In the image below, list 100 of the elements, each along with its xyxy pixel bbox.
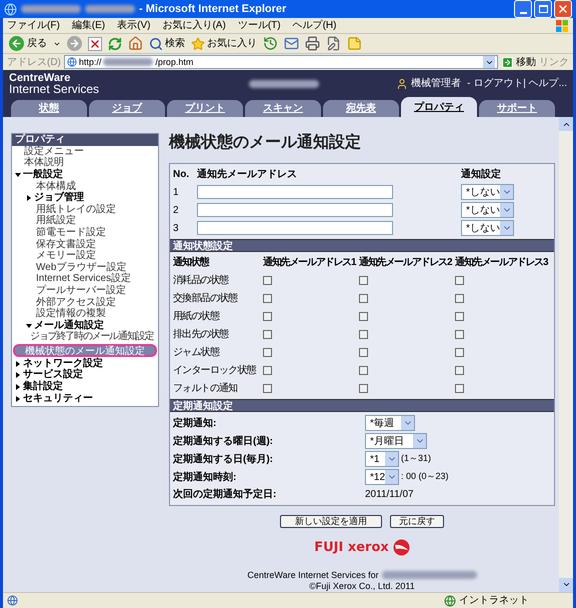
nav-tab[interactable]: サポート xyxy=(479,100,555,117)
sidebar-item[interactable]: 機械状態のメール通知設定 xyxy=(13,344,157,358)
apply-button[interactable]: 新しい設定を適用 xyxy=(280,515,382,528)
sidebar-item[interactable]: 保存文書設定 xyxy=(36,240,96,250)
checkbox[interactable] xyxy=(455,348,464,357)
dropdown[interactable]: *しない xyxy=(461,184,514,200)
sidebar-item[interactable]: サービス設定 xyxy=(23,370,83,380)
menu-item[interactable]: 表示(V) xyxy=(117,20,150,30)
caret-down-icon[interactable] xyxy=(26,322,34,329)
dropdown[interactable]: *1 xyxy=(365,451,399,467)
menu-item[interactable]: ファイル(F) xyxy=(7,20,60,30)
checkbox[interactable] xyxy=(455,294,464,303)
email-field[interactable] xyxy=(197,185,393,199)
checkbox[interactable] xyxy=(263,366,272,375)
nav-tab[interactable]: プロパティ xyxy=(401,97,477,117)
caret-down-icon[interactable] xyxy=(15,172,23,178)
stop-icon[interactable] xyxy=(88,36,102,50)
sidebar-item[interactable]: 外部アクセス設定 xyxy=(36,298,116,308)
close-icon[interactable] xyxy=(557,3,569,15)
section-header: 定期通知設定 xyxy=(170,399,554,412)
checkbox[interactable] xyxy=(263,384,272,393)
menu-item[interactable]: お気に入り(A) xyxy=(162,20,226,30)
checkbox[interactable] xyxy=(359,384,368,393)
sidebar-item[interactable]: 集計設定 xyxy=(23,382,63,392)
sidebar-item[interactable]: 節電モード設定 xyxy=(36,228,106,238)
section-header: 通知状態設定 xyxy=(170,239,554,252)
sidebar-item[interactable]: Internet Services設定 xyxy=(36,274,132,284)
hint-text: (1～31) xyxy=(401,452,432,466)
edit-icon[interactable] xyxy=(326,36,341,51)
address-field[interactable]: http:// /prop.htm xyxy=(64,55,498,69)
dropdown[interactable]: *毎週 xyxy=(365,415,415,431)
checkbox[interactable] xyxy=(359,294,368,303)
checkbox[interactable] xyxy=(263,348,272,357)
star-icon[interactable] xyxy=(191,36,205,50)
nav-tab[interactable]: スキャン xyxy=(245,100,321,117)
checkbox[interactable] xyxy=(263,276,272,285)
sidebar-item[interactable]: メモリー設定 xyxy=(36,251,96,262)
nav-tab[interactable]: プリント xyxy=(167,100,243,117)
nav-tab[interactable]: 状態 xyxy=(11,100,87,117)
checkbox[interactable] xyxy=(359,312,368,321)
reset-button[interactable]: 元に戻す xyxy=(390,515,444,528)
sidebar-item[interactable]: ジョブ管理 xyxy=(34,193,84,204)
scroll-down-icon[interactable] xyxy=(562,580,570,589)
minimize-button[interactable] xyxy=(514,0,532,18)
history-icon[interactable] xyxy=(263,36,278,51)
nav-tab[interactable]: 宛先表 xyxy=(323,100,399,117)
go-button[interactable]: 移動 xyxy=(501,54,536,70)
user-name: 機械管理者 xyxy=(411,76,462,91)
checkbox[interactable] xyxy=(455,312,464,321)
sidebar-item[interactable]: 用紙トレイの設定 xyxy=(36,204,116,215)
maximize-button[interactable] xyxy=(534,0,552,18)
checkbox[interactable] xyxy=(455,366,464,375)
dropdown[interactable]: *しない xyxy=(461,220,514,236)
menu-item[interactable]: 編集(E) xyxy=(72,20,106,30)
checkbox[interactable] xyxy=(263,312,272,321)
checkbox[interactable] xyxy=(263,294,272,303)
checkbox[interactable] xyxy=(455,276,464,285)
sidebar-item[interactable]: 一般設定 xyxy=(23,170,63,180)
dropdown[interactable]: *12 xyxy=(365,469,399,485)
sidebar-item[interactable]: 用紙設定 xyxy=(36,216,76,226)
favorites-button[interactable]: お気に入り xyxy=(191,36,257,51)
dropdown[interactable]: *しない xyxy=(461,202,514,218)
arrow-left-icon[interactable] xyxy=(11,38,22,49)
menu-item[interactable]: ツール(T) xyxy=(238,20,281,30)
checkbox[interactable] xyxy=(455,330,464,339)
sidebar-item[interactable]: 設定情報の複製 xyxy=(36,309,106,320)
refresh-icon[interactable] xyxy=(108,36,122,50)
search-button[interactable]: 検索 xyxy=(149,36,185,51)
printer-icon[interactable] xyxy=(305,36,320,51)
email-field[interactable] xyxy=(197,203,393,217)
dropdown[interactable]: *月曜日 xyxy=(365,433,427,449)
close-button[interactable] xyxy=(554,0,572,18)
footer-text: CentreWare Internet Services for xyxy=(247,570,379,580)
checkbox[interactable] xyxy=(359,330,368,339)
sidebar-item[interactable]: ジョブ終了時のメール通知設定 xyxy=(30,332,154,342)
windows-logo-icon xyxy=(555,18,569,32)
mail-icon[interactable] xyxy=(284,36,299,51)
menu-item[interactable]: ヘルプ(H) xyxy=(292,20,336,30)
header-links[interactable]: - ログアウト| ヘルプ... xyxy=(467,76,567,91)
row-label: 交換部品の状態 xyxy=(173,292,238,306)
search-icon[interactable] xyxy=(149,36,163,50)
home-icon[interactable] xyxy=(128,36,143,51)
sidebar-item[interactable]: Webブラウザー設定 xyxy=(36,262,126,273)
checkbox[interactable] xyxy=(359,276,368,285)
sidebar-item[interactable]: セキュリティー xyxy=(23,394,93,404)
scrollbar[interactable] xyxy=(559,117,573,592)
sidebar-item[interactable]: メール通知設定 xyxy=(34,320,104,331)
sidebar-item[interactable]: 本体構成 xyxy=(36,182,76,192)
sidebar-item[interactable]: ネットワーク設定 xyxy=(23,358,103,369)
sidebar-item[interactable]: プールサーバー設定 xyxy=(36,286,126,296)
email-field[interactable] xyxy=(197,221,393,235)
sidebar-item[interactable]: 本体説明 xyxy=(24,158,64,168)
back-button[interactable]: 戻る xyxy=(9,36,47,51)
checkbox[interactable] xyxy=(359,348,368,357)
sidebar-item[interactable]: 設定メニュー xyxy=(24,146,84,157)
nav-tab[interactable]: ジョブ xyxy=(89,100,165,117)
checkbox[interactable] xyxy=(359,366,368,375)
checkbox[interactable] xyxy=(263,330,272,339)
redacted-text xyxy=(21,5,81,13)
checkbox[interactable] xyxy=(455,384,464,393)
